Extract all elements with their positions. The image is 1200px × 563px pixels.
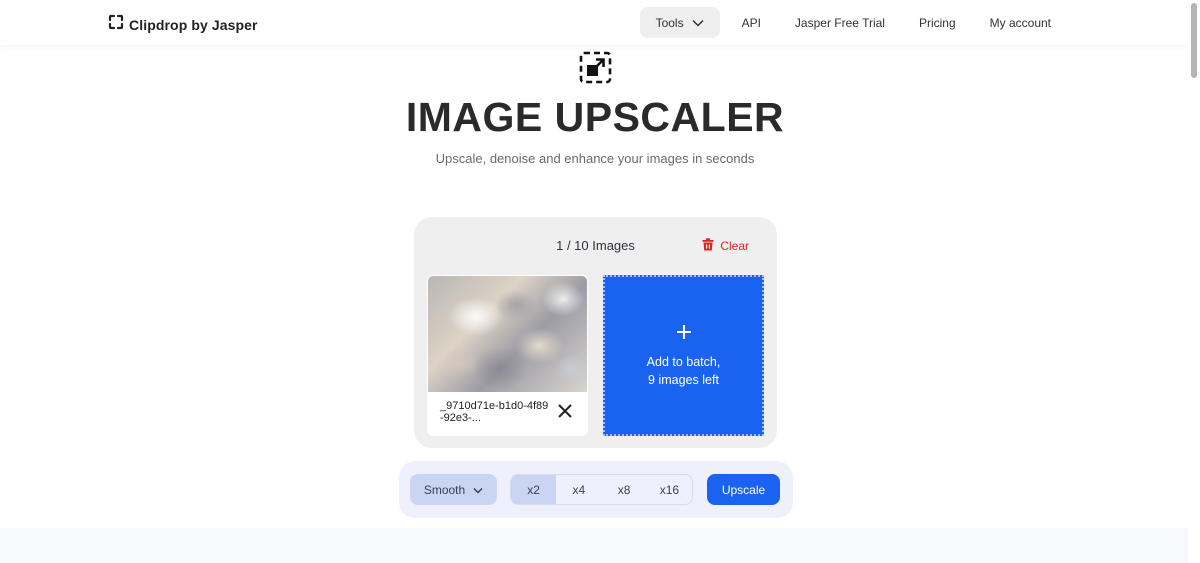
add-to-batch-line1: Add to batch, (646, 354, 721, 369)
plus-icon (676, 317, 692, 345)
add-to-batch-text: Add to batch, 9 images left (647, 353, 721, 389)
trash-icon (702, 238, 714, 254)
scale-option-x16[interactable]: x16 (647, 475, 692, 504)
logo[interactable]: Clipdrop by Jasper (108, 14, 258, 35)
scale-option-x2[interactable]: x2 (511, 475, 557, 504)
nav-jasper-free-trial[interactable]: Jasper Free Trial (778, 7, 902, 38)
image-item[interactable]: _9710d71e-b1d0-4f89-92e3-... (427, 275, 588, 436)
chevron-down-icon (473, 483, 483, 497)
mode-value: Smooth (423, 482, 466, 497)
scrollbar-thumb[interactable] (1191, 3, 1197, 78)
add-to-batch-button[interactable]: Add to batch, 9 images left (603, 275, 764, 436)
nav-menu: Tools API Jasper Free Trial Pricing My a… (639, 7, 1068, 38)
page: Clipdrop by Jasper Tools API Jasper Free… (0, 0, 1200, 563)
page-title: IMAGE UPSCALER (405, 94, 785, 140)
scale-option-x8[interactable]: x8 (602, 475, 647, 504)
clipdrop-bracket-icon (108, 14, 124, 35)
image-thumbnail (428, 276, 587, 392)
nav-tools[interactable]: Tools (639, 7, 720, 38)
nav-my-account[interactable]: My account (973, 7, 1068, 38)
nav-pricing[interactable]: Pricing (902, 7, 973, 38)
clear-label: Clear (720, 239, 749, 253)
page-scrollbar[interactable] (1188, 0, 1200, 563)
clear-button[interactable]: Clear (702, 238, 749, 254)
page-subtitle: Upscale, denoise and enhance your images… (435, 151, 755, 166)
remove-image-button[interactable] (556, 402, 574, 420)
nav-tools-label: Tools (655, 15, 684, 30)
mode-select[interactable]: Smooth (410, 474, 497, 505)
logo-text: Clipdrop by Jasper (129, 16, 258, 33)
section-band (0, 528, 1188, 563)
image-filename: _9710d71e-b1d0-4f89-92e3-... (440, 400, 549, 424)
chevron-down-icon (692, 16, 704, 30)
images-left-line: 9 images left (648, 372, 719, 387)
upscale-icon (579, 51, 612, 89)
top-nav: Clipdrop by Jasper Tools API Jasper Free… (0, 0, 1188, 45)
scale-selector: x2 x4 x8 x16 (510, 474, 693, 505)
upscale-button[interactable]: Upscale (707, 474, 780, 505)
close-icon (556, 404, 574, 424)
nav-api[interactable]: API (725, 7, 778, 38)
scale-option-x4[interactable]: x4 (556, 475, 601, 504)
batch-panel: 1 / 10 Images Clear _9710d71e-b1d0-4f89-… (414, 217, 777, 448)
upscale-toolbar: Smooth x2 x4 x8 x16 Upscale (399, 461, 793, 518)
